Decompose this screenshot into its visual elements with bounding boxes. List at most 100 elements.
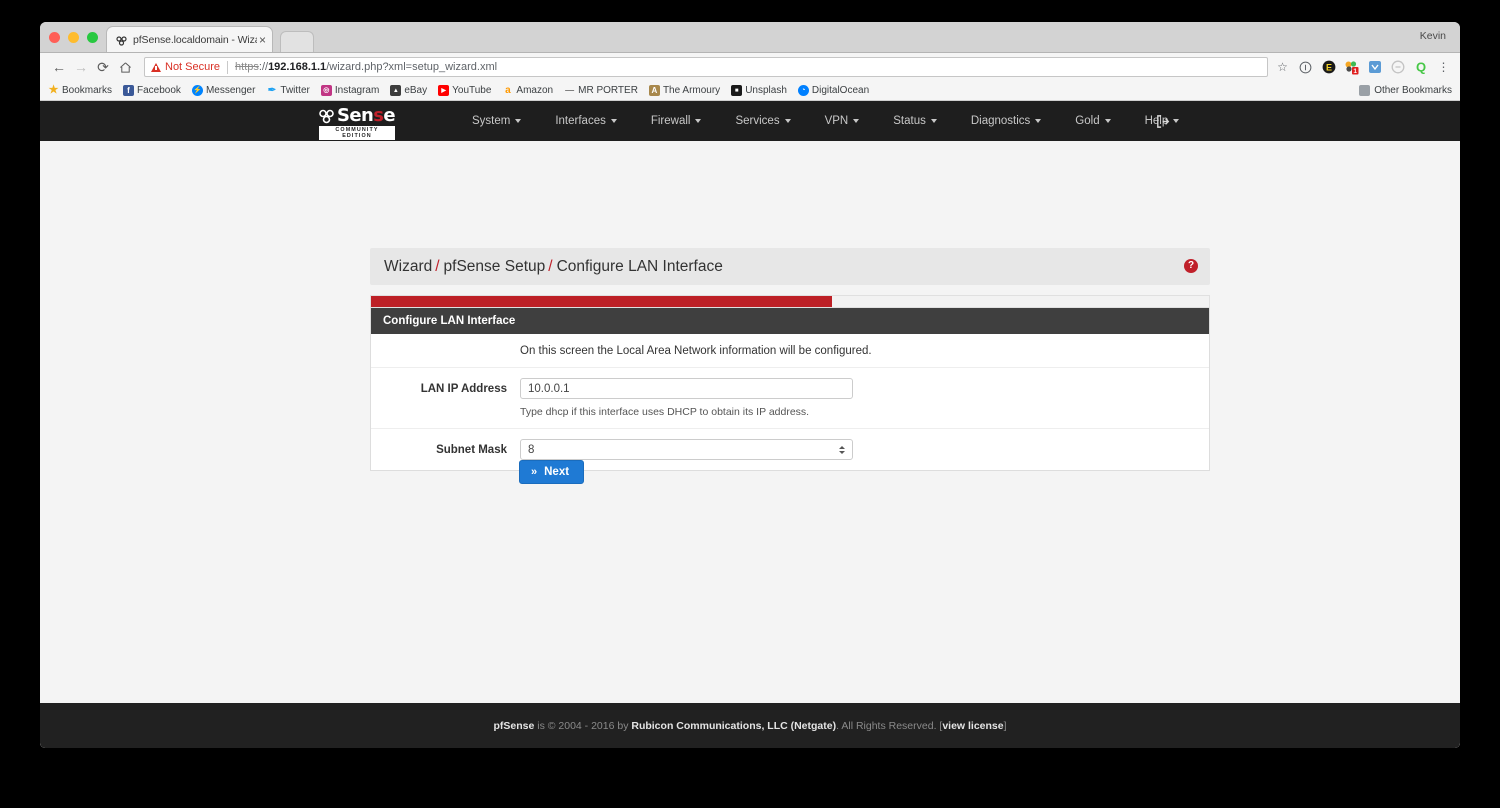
bookmark-label: Facebook [137, 85, 181, 96]
bookmark-label: eBay [404, 85, 428, 96]
close-icon[interactable]: × [259, 34, 266, 46]
nav-item-status[interactable]: Status [876, 115, 954, 127]
extension-ebates-icon[interactable]: E [1320, 59, 1337, 76]
nav-item-gold[interactable]: Gold [1058, 115, 1127, 127]
toolbar-icons: ☆ E 1 Q ⋮ [1274, 59, 1452, 76]
nav-item-vpn[interactable]: VPN [808, 115, 877, 127]
bookmark-star-icon[interactable]: ☆ [1274, 59, 1291, 76]
subnet-mask-value: 8 [528, 443, 535, 456]
next-button[interactable]: » Next [519, 460, 585, 484]
logo-text: Sense [337, 105, 396, 126]
nav-item-system[interactable]: System [455, 115, 538, 127]
bookmark-item[interactable]: — MR PORTER [564, 85, 638, 96]
ebay-icon: ▲ [390, 85, 402, 96]
breadcrumb-item-configure-lan-interface: Configure LAN Interface [556, 257, 723, 275]
logout-icon[interactable] [1155, 114, 1170, 129]
address-bar[interactable]: Not Secure https :// 192.168.1.1 /wizard… [144, 57, 1268, 77]
bookmark-label: Amazon [516, 85, 554, 96]
browser-menu-icon[interactable]: ⋮ [1435, 59, 1452, 76]
page-footer: pfSense is © 2004 - 2016 by Rubicon Comm… [40, 703, 1460, 748]
browser-window: pfSense.localdomain - Wizard × Kevin ← →… [40, 22, 1460, 748]
bookmark-item[interactable]: ◔ DigitalOcean [797, 85, 870, 96]
chevron-down-icon [839, 450, 845, 454]
extension-shield-icon[interactable] [1389, 59, 1406, 76]
breadcrumb-item-wizard[interactable]: Wizard [384, 258, 432, 276]
back-icon[interactable]: ← [48, 56, 70, 78]
subnet-mask-label: Subnet Mask [436, 444, 507, 456]
breadcrumb-separator: / [548, 257, 553, 275]
nav-item-services[interactable]: Services [718, 115, 807, 127]
footer-text-3: ] [1003, 719, 1007, 732]
bookmark-item[interactable]: ■ Unsplash [731, 85, 787, 96]
chevron-down-icon [853, 119, 860, 123]
twitter-icon: ✒ [267, 84, 277, 96]
new-tab-button[interactable] [280, 31, 314, 52]
chevron-up-icon [839, 445, 845, 449]
pfsense-logo[interactable]: Sense COMMUNITY EDITION [319, 105, 405, 140]
bookmark-item[interactable]: ✒ Twitter [266, 84, 310, 96]
browser-tab-active[interactable]: pfSense.localdomain - Wizard × [106, 26, 273, 52]
breadcrumb-item-pfsense-setup[interactable]: pfSense Setup [444, 258, 546, 276]
subnet-mask-field-wrap: 8 [520, 439, 1209, 460]
extension-info-circle-icon[interactable] [1297, 59, 1314, 76]
chevron-down-icon [610, 119, 617, 123]
bookmark-item[interactable]: a Amazon [502, 85, 553, 96]
footer-text-1: is © 2004 - 2016 by [534, 719, 632, 732]
chevron-down-icon [695, 119, 702, 123]
nav-item-diagnostics[interactable]: Diagnostics [954, 115, 1058, 127]
footer-brand: pfSense [493, 719, 535, 732]
logo-text-after: e [383, 105, 395, 126]
other-bookmarks-label: Other Bookmarks [1374, 85, 1452, 96]
pfsense-mark-icon [319, 109, 336, 123]
bookmark-label: DigitalOcean [811, 85, 870, 96]
other-bookmarks-button[interactable]: Other Bookmarks [1359, 85, 1452, 96]
bookmark-item[interactable]: ▲ eBay [390, 85, 427, 96]
nav-item-firewall[interactable]: Firewall [634, 115, 719, 127]
url-path: /wizard.php?xml=setup_wizard.xml [326, 61, 498, 73]
maximize-window-button[interactable] [87, 32, 98, 43]
omnibox-divider [227, 60, 229, 74]
help-icon[interactable]: ? [1184, 259, 1198, 273]
bookmark-item[interactable]: ◎ Instagram [320, 85, 379, 96]
svg-text:1: 1 [1353, 68, 1357, 75]
bookmark-item[interactable]: ★ Bookmarks [48, 85, 112, 97]
extension-honey-icon[interactable]: 1 [1343, 59, 1360, 76]
browser-profile-label[interactable]: Kevin [1420, 30, 1446, 42]
subnet-mask-select[interactable]: 8 [520, 439, 853, 460]
view-license-link[interactable]: view license [942, 720, 1003, 732]
browser-toolbar: ← → ⟳ Not Secure https :// 192.168.1.1 /… [40, 53, 1460, 81]
bookmark-item[interactable]: f Facebook [123, 85, 181, 96]
tab-title: pfSense.localdomain - Wizard [133, 33, 257, 46]
bookmark-label: Messenger [205, 85, 256, 96]
reload-icon[interactable]: ⟳ [92, 56, 114, 78]
url-scheme: https [235, 61, 259, 73]
double-chevron-right-icon: » [531, 465, 538, 478]
security-status[interactable]: Not Secure [151, 61, 220, 73]
bookmark-item[interactable]: ▶ YouTube [438, 85, 491, 96]
chevron-down-icon [784, 119, 791, 123]
svg-text:Q: Q [1415, 60, 1425, 74]
row-label-empty [371, 344, 520, 349]
forward-icon[interactable]: → [70, 56, 92, 78]
bookmark-item[interactable]: A The Armoury [648, 85, 721, 96]
unsplash-icon: ■ [731, 85, 743, 96]
extension-pocket-icon[interactable] [1366, 59, 1383, 76]
lan-ip-input[interactable]: 10.0.0.1 [520, 378, 853, 399]
messenger-icon: ⚡ [191, 85, 203, 96]
footer-text-2: . All Rights Reserved. [ [836, 719, 943, 732]
nav-item-interfaces[interactable]: Interfaces [538, 115, 634, 127]
bookmark-label: Twitter [280, 85, 310, 96]
bookmark-label: The Armoury [662, 85, 721, 96]
extension-quora-icon[interactable]: Q [1412, 59, 1429, 76]
logo-subtitle: COMMUNITY EDITION [319, 126, 395, 140]
home-icon[interactable] [114, 56, 136, 78]
pfsense-navbar: Sense COMMUNITY EDITION System Interface… [40, 101, 1460, 141]
logo-wordmark: Sense [319, 105, 396, 126]
close-window-button[interactable] [49, 32, 60, 43]
lan-ip-help-text: Type dhcp if this interface uses DHCP to… [520, 406, 810, 418]
nav-label: Gold [1075, 115, 1100, 127]
bookmark-item[interactable]: ⚡ Messenger [191, 85, 256, 96]
chevron-down-icon [930, 119, 937, 123]
url-scheme-separator: :// [258, 61, 269, 73]
minimize-window-button[interactable] [68, 32, 79, 43]
